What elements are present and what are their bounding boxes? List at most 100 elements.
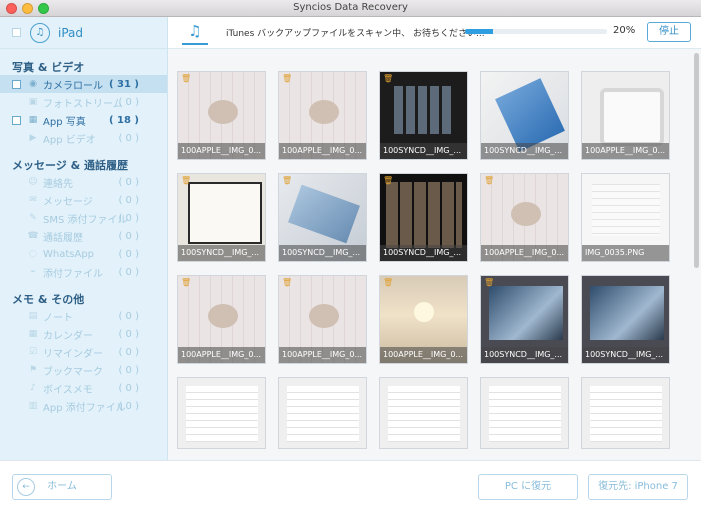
sidebar-item-label: 連絡先 xyxy=(43,178,73,190)
sidebar-item[interactable]: ◉ カメラロール ( 31 ) xyxy=(0,75,167,93)
sidebar-section-title: メッセージ & 通話履歴 xyxy=(12,159,129,172)
scan-status-text: iTunes バックアップファイルをスキャン中、 お待ちください... xyxy=(226,29,485,39)
sidebar-item[interactable]: ⚑ ブックマーク ( 0 ) xyxy=(0,361,167,379)
sidebar-item-label: App 添付ファイル xyxy=(43,402,126,414)
photo-thumbnail[interactable]: 100SYNCD__IMG_... xyxy=(581,275,670,364)
reminder-icon: ☑ xyxy=(28,347,38,357)
item-checkbox[interactable] xyxy=(12,79,21,89)
photo-thumbnail[interactable]: 🗑 100APPLE__IMG_0... xyxy=(177,275,266,364)
scrollbar-thumb[interactable] xyxy=(694,53,699,268)
sidebar-item-count: ( 0 ) xyxy=(118,328,139,340)
scan-progress-percent: 20% xyxy=(613,25,636,36)
thumbnail-caption: 100SYNCD__IMG_... xyxy=(481,347,568,363)
zoom-window-button[interactable] xyxy=(38,3,49,14)
thumbnail-caption: 100SYNCD__IMG_... xyxy=(178,245,265,261)
photo-thumbnail[interactable]: 🗑 100APPLE__IMG_0... xyxy=(278,71,367,160)
scan-toolbar: ♫ iTunes バックアップファイルをスキャン中、 お待ちください... 20… xyxy=(168,17,701,49)
photo-thumbnail[interactable]: 🗑 100SYNCD__IMG_... xyxy=(379,173,468,262)
paperclip-icon: ⌁ xyxy=(30,267,36,277)
sidebar-item[interactable]: ▦ カレンダー ( 0 ) xyxy=(0,325,167,343)
sidebar-item[interactable]: ◌ WhatsApp ( 0 ) xyxy=(0,245,167,263)
photo-thumbnail[interactable]: 100APPLE__IMG_0... xyxy=(581,71,670,160)
whatsapp-icon: ◌ xyxy=(29,249,37,259)
sidebar-item[interactable]: ♪ ボイスメモ ( 0 ) xyxy=(0,379,167,397)
photo-thumbnail[interactable]: IMG_0035.PNG xyxy=(581,173,670,262)
photo-thumbnail[interactable]: 🗑 100SYNCD__IMG_... xyxy=(379,71,468,160)
photo-thumbnail[interactable]: 🗑 100APPLE__IMG_0... xyxy=(177,71,266,160)
thumbnail-caption: 100APPLE__IMG_0... xyxy=(582,143,669,159)
sidebar-item-label: ノート xyxy=(43,312,73,324)
sidebar-section-title: 写真 & ビデオ xyxy=(12,61,85,74)
sidebar-item-count: ( 0 ) xyxy=(118,382,139,394)
close-window-button[interactable] xyxy=(6,3,17,14)
sidebar-item[interactable]: ✎ SMS 添付ファイル( 0 ) xyxy=(0,209,167,227)
scan-progress-fill xyxy=(465,29,494,34)
photo-thumbnail[interactable] xyxy=(278,377,367,449)
device-checkbox[interactable] xyxy=(12,28,21,37)
thumbnail-caption: 100APPLE__IMG_0... xyxy=(178,347,265,363)
home-button[interactable]: ← ホーム xyxy=(12,474,112,500)
sidebar-item-count: ( 0 ) xyxy=(118,96,139,108)
photo-thumbnail[interactable]: 🗑 100APPLE__IMG_0... xyxy=(379,275,468,364)
sidebar-item-count: ( 0 ) xyxy=(118,212,139,224)
thumbnail-caption: 100APPLE__IMG_0... xyxy=(178,143,265,159)
message-icon: ✉ xyxy=(29,195,37,205)
sidebar-item[interactable]: ▥ App 添付ファイル( 0 ) xyxy=(0,397,167,415)
sidebar-item[interactable]: ☑ リマインダー ( 0 ) xyxy=(0,343,167,361)
phone-icon: ☎ xyxy=(27,231,39,241)
sidebar-item-label: リマインダー xyxy=(43,348,103,360)
sidebar-item[interactable]: ☺ 連絡先 ( 0 ) xyxy=(0,173,167,191)
thumbnail-area: 🗑 100APPLE__IMG_0... 🗑 100APPLE__IMG_0... 🗑 1… xyxy=(168,49,692,460)
photo-thumbnail[interactable]: 🗑 100SYNCD__IMG_... xyxy=(278,173,367,262)
video-icon: ▶ xyxy=(29,133,37,143)
sidebar-item[interactable]: ▦ App 写真 ( 18 ) xyxy=(0,111,167,129)
sidebar-item[interactable]: ▶ App ビデオ ( 0 ) xyxy=(0,129,167,147)
thumbnail-caption: 100APPLE__IMG_0... xyxy=(380,347,467,363)
restore-to-pc-button[interactable]: PC に復元 xyxy=(478,474,578,500)
thumbnail-caption: 100SYNCD__IMG_... xyxy=(380,245,467,261)
sidebar-item-label: フォトストリーム xyxy=(43,98,123,110)
photo-thumbnail[interactable]: 🗑 100SYNCD__IMG_... xyxy=(480,275,569,364)
photo-thumbnail[interactable] xyxy=(581,377,670,449)
deleted-trash-icon: 🗑 xyxy=(181,176,192,185)
sidebar: ♫ iPad 写真 & ビデオ ◉ カメラロール( 31 ) ▣ フォトストリーム( 0… xyxy=(0,17,168,460)
deleted-trash-icon: 🗑 xyxy=(282,74,293,83)
photo-thumbnail[interactable]: 🗑 100APPLE__IMG_0... xyxy=(278,275,367,364)
sidebar-item-count: ( 0 ) xyxy=(118,266,139,278)
photo-thumbnail[interactable] xyxy=(177,377,266,449)
photo-thumbnail[interactable]: 🗑 100SYNCD__IMG_... xyxy=(177,173,266,262)
sidebar-item-count: ( 0 ) xyxy=(118,248,139,260)
home-button-label: ホーム xyxy=(47,481,77,492)
sidebar-item-count: ( 0 ) xyxy=(118,400,139,412)
sidebar-item[interactable]: ✉ メッセージ ( 0 ) xyxy=(0,191,167,209)
sidebar-item-label: App ビデオ xyxy=(43,134,96,146)
thumbnail-caption: 100APPLE__IMG_0... xyxy=(279,143,366,159)
stop-button[interactable]: 停止 xyxy=(647,22,691,42)
sidebar-item-count: ( 0 ) xyxy=(118,132,139,144)
sidebar-item[interactable]: ☎ 通話履歴 ( 0 ) xyxy=(0,227,167,245)
thumbnail-caption: 100SYNCD__IMG_... xyxy=(380,143,467,159)
attachment-icon: ✎ xyxy=(29,213,37,223)
photo-thumbnail[interactable] xyxy=(480,377,569,449)
sidebar-item[interactable]: ▤ ノート ( 0 ) xyxy=(0,307,167,325)
deleted-trash-icon: 🗑 xyxy=(282,176,293,185)
device-row[interactable]: ♫ iPad xyxy=(0,17,167,49)
item-checkbox[interactable] xyxy=(12,115,21,125)
restore-to-device-button[interactable]: 復元先: iPhone 7 xyxy=(588,474,688,500)
sidebar-item-count: ( 0 ) xyxy=(118,364,139,376)
photo-thumbnail[interactable] xyxy=(379,377,468,449)
photo-thumbnail[interactable]: 100SYNCD__IMG_... xyxy=(480,71,569,160)
deleted-trash-icon: 🗑 xyxy=(383,74,394,83)
minimize-window-button[interactable] xyxy=(22,3,33,14)
sidebar-item[interactable]: ▣ フォトストリーム( 0 ) xyxy=(0,93,167,111)
sidebar-item-count: ( 0 ) xyxy=(118,346,139,358)
mic-icon: ♪ xyxy=(30,383,36,393)
scan-progress-bar xyxy=(465,29,607,34)
deleted-trash-icon: 🗑 xyxy=(181,278,192,287)
sidebar-item[interactable]: ⌁ 添付ファイル ( 0 ) xyxy=(0,263,167,281)
back-arrow-icon: ← xyxy=(17,478,35,496)
photo-thumbnail[interactable]: 🗑 100APPLE__IMG_0... xyxy=(480,173,569,262)
sidebar-item-count: ( 31 ) xyxy=(108,78,139,90)
content-scrollbar[interactable] xyxy=(692,49,701,460)
sidebar-item-label: ブックマーク xyxy=(43,366,103,378)
